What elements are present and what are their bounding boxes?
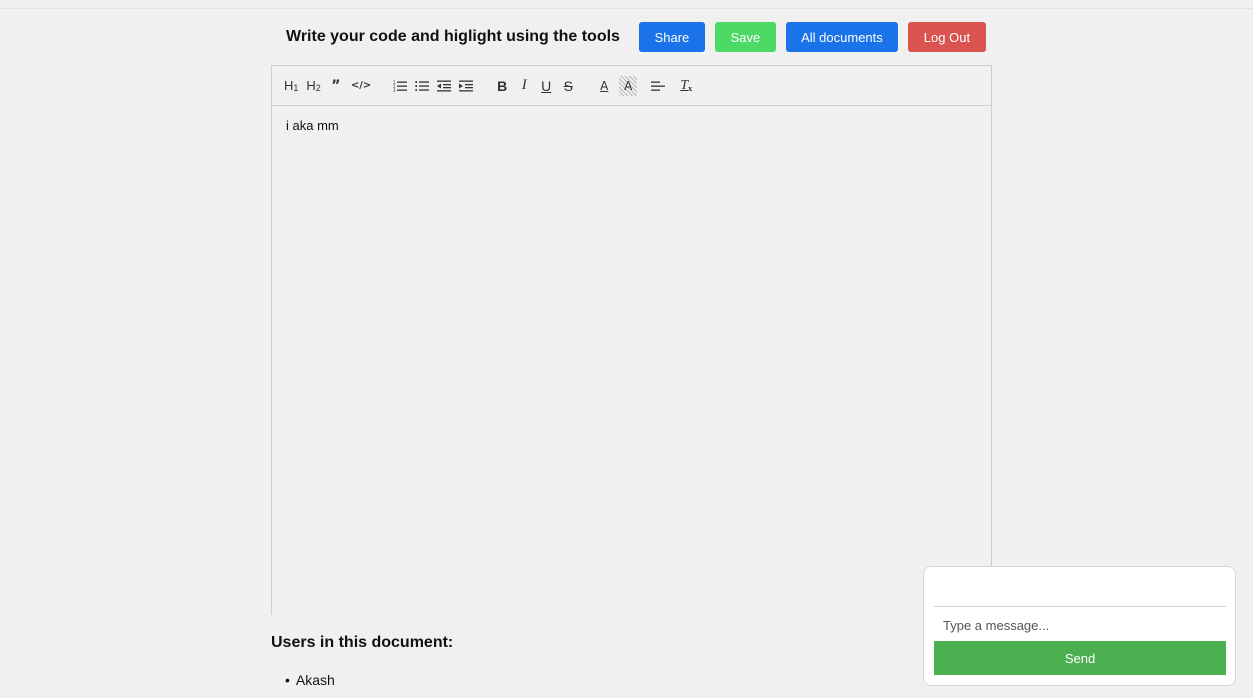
chat-messages bbox=[934, 567, 1226, 607]
chat-panel: Send bbox=[923, 566, 1236, 686]
share-button[interactable]: Share bbox=[638, 22, 705, 52]
blockquote-icon[interactable]: ” bbox=[329, 76, 343, 96]
heading-1-button[interactable]: H1 bbox=[284, 76, 298, 96]
users-list: Akash bbox=[296, 672, 335, 688]
editor-toolbar: H1 H2 ” </> 123 B I U S A A Tx bbox=[272, 66, 991, 106]
heading-2-button[interactable]: H2 bbox=[306, 76, 320, 96]
italic-icon[interactable]: I bbox=[517, 76, 531, 96]
outdent-icon[interactable] bbox=[437, 76, 452, 96]
send-button[interactable]: Send bbox=[934, 641, 1226, 675]
bullet-list-icon[interactable] bbox=[415, 76, 430, 96]
clear-formatting-icon[interactable]: Tx bbox=[679, 76, 693, 96]
background-color-icon[interactable]: A bbox=[619, 75, 638, 96]
page-title: Write your code and higlight using the t… bbox=[286, 28, 620, 45]
editor: H1 H2 ” </> 123 B I U S A A Tx i aka mm bbox=[271, 65, 992, 615]
users-title: Users in this document: bbox=[271, 634, 454, 651]
svg-text:3: 3 bbox=[393, 88, 396, 92]
user-list-item: Akash bbox=[296, 672, 335, 688]
save-button[interactable]: Save bbox=[714, 22, 776, 52]
top-divider bbox=[0, 8, 1253, 9]
ordered-list-icon[interactable]: 123 bbox=[393, 76, 408, 96]
underline-icon[interactable]: U bbox=[539, 76, 553, 96]
header: Write your code and higlight using the t… bbox=[286, 22, 986, 52]
chat-message-input[interactable] bbox=[934, 611, 1226, 639]
strikethrough-icon[interactable]: S bbox=[561, 76, 575, 96]
code-block-icon[interactable]: </> bbox=[351, 76, 371, 96]
logout-button[interactable]: Log Out bbox=[907, 22, 986, 52]
bold-icon[interactable]: B bbox=[495, 76, 509, 96]
text-color-icon[interactable]: A bbox=[597, 76, 611, 96]
editor-content[interactable]: i aka mm bbox=[272, 106, 991, 145]
indent-icon[interactable] bbox=[459, 76, 474, 96]
align-icon[interactable] bbox=[651, 76, 666, 96]
all-documents-button[interactable]: All documents bbox=[785, 22, 898, 52]
